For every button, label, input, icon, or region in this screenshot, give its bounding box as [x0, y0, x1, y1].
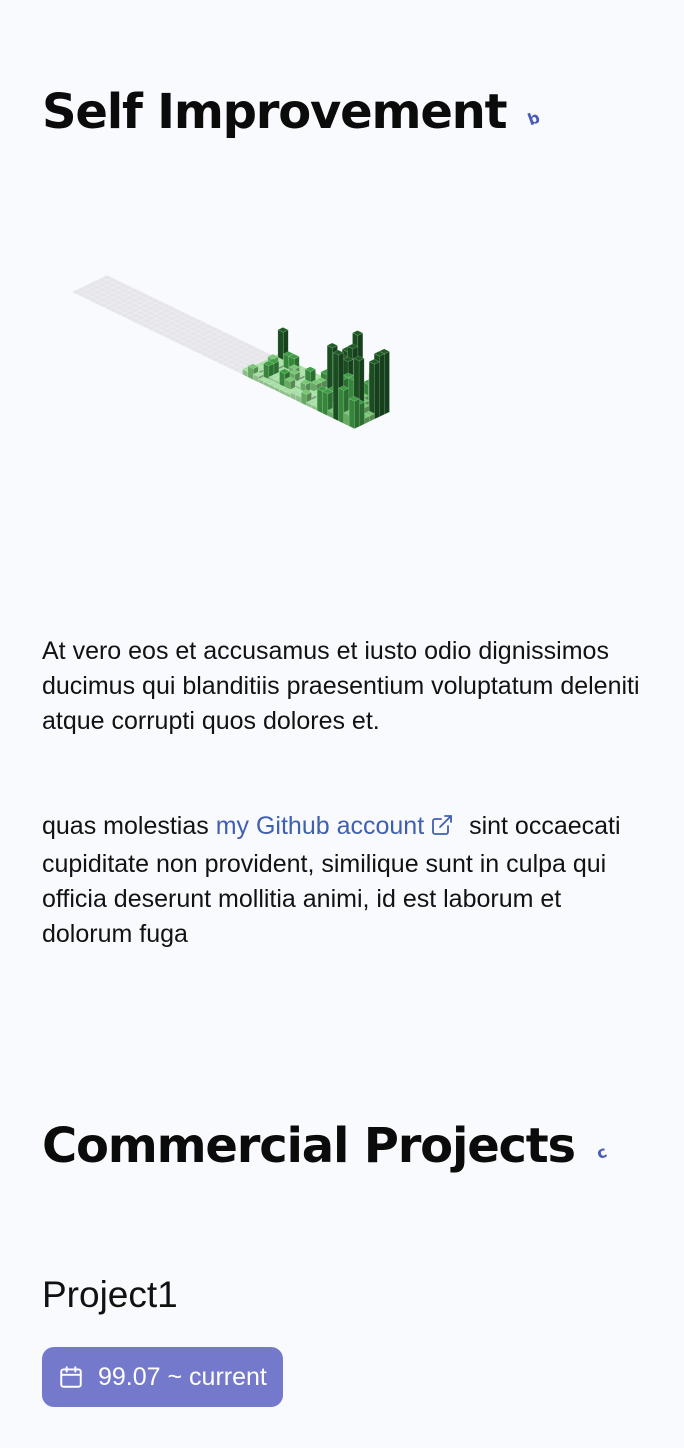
github-account-link[interactable]: my Github account: [216, 812, 462, 840]
section-title-text: Commercial Projects: [42, 1118, 576, 1174]
section-anchor-link[interactable]: b: [525, 107, 542, 129]
contribution-bar: [348, 396, 360, 430]
project-title: Project1: [42, 1274, 178, 1315]
paragraph-text-before-link: quas molestias: [42, 812, 216, 840]
github-paragraph: quas molestias my Github account sint oc…: [42, 809, 652, 952]
external-link-icon: [430, 812, 454, 847]
section-title-commercial-projects: Commercial Projects c: [42, 1118, 609, 1174]
isometric-contribution-chart: [71, 274, 390, 430]
intro-paragraph: At vero eos et accusamus et iusto odio d…: [42, 637, 640, 735]
section-anchor-link[interactable]: c: [594, 1141, 609, 1162]
calendar-icon: [58, 1364, 84, 1390]
project-period-badge: 99.07 ~ current: [42, 1347, 283, 1407]
github-link-label: my Github account: [215, 812, 425, 840]
contribution-graph: [0, 230, 684, 560]
project-period-text: 99.07 ~ current: [98, 1362, 267, 1391]
contribution-bar: [368, 358, 380, 420]
section-title-self-improvement: Self Improvement b: [42, 84, 543, 140]
section-title-text: Self Improvement: [42, 84, 508, 140]
